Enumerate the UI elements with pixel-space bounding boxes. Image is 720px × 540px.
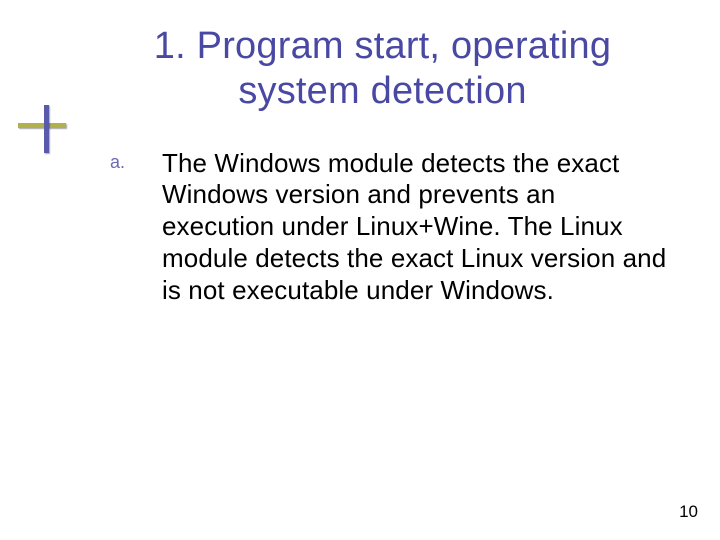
body-content: a. The Windows module detects the exact … xyxy=(110,148,670,307)
heading-number: 1. xyxy=(154,25,186,67)
heading-area: 1. Program start, operating system detec… xyxy=(95,24,680,114)
list-item-text: The Windows module detects the exact Win… xyxy=(162,148,670,307)
decoration-vertical-bar xyxy=(44,105,49,153)
decoration-horizontal-bar xyxy=(18,123,66,128)
page-number: 10 xyxy=(679,502,698,522)
heading-text: Program start, operating system detectio… xyxy=(197,25,612,112)
list-item-label: a. xyxy=(110,148,162,173)
slide-title: 1. Program start, operating system detec… xyxy=(95,24,680,114)
slide: 1. Program start, operating system detec… xyxy=(0,0,720,540)
